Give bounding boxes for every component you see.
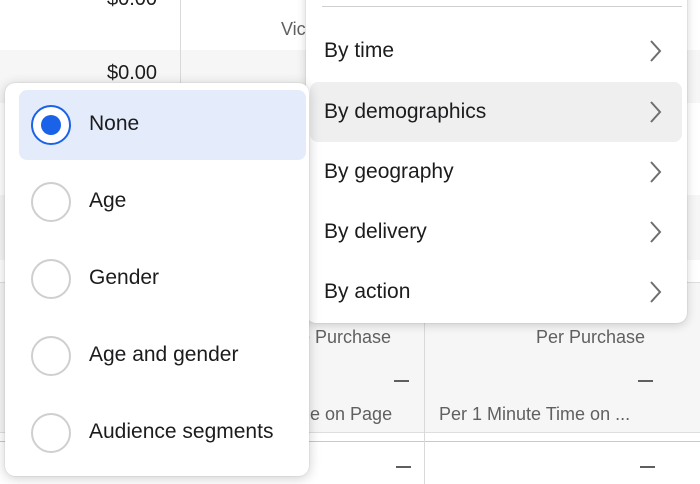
column-header-video: Vic bbox=[281, 19, 306, 39]
radio-button[interactable] bbox=[31, 259, 71, 299]
empty-value-dash bbox=[640, 466, 655, 468]
amount-cell: $0.00 bbox=[107, 62, 158, 84]
menu-item-by-time[interactable]: By time bbox=[310, 21, 682, 81]
radio-option-label: Audience segments bbox=[89, 420, 274, 443]
column-header-per-minute-time: Per 1 Minute Time on ... bbox=[439, 404, 631, 424]
radio-option-gender[interactable]: Gender bbox=[19, 244, 306, 314]
radio-option-label: Age bbox=[89, 189, 127, 212]
chevron-right-icon bbox=[650, 40, 662, 62]
menu-item-label: By time bbox=[324, 39, 395, 62]
column-header-time-on-page: ne on Page bbox=[300, 404, 393, 424]
radio-option-label: None bbox=[89, 112, 140, 135]
radio-button[interactable] bbox=[31, 413, 71, 453]
chevron-right-icon bbox=[650, 281, 662, 303]
chevron-right-icon bbox=[650, 161, 662, 183]
empty-value-dash bbox=[396, 466, 411, 468]
radio-dot-icon bbox=[41, 115, 61, 135]
column-header-per-purchase: Per Purchase bbox=[536, 327, 646, 347]
radio-option-none[interactable]: None bbox=[19, 90, 306, 160]
radio-option-label: Gender bbox=[89, 266, 160, 289]
column-divider bbox=[180, 0, 181, 90]
menu-item-label: By demographics bbox=[324, 100, 487, 123]
demographics-submenu: None Age Gender Age and gender Audience … bbox=[5, 83, 309, 476]
menu-item-by-demographics[interactable]: By demographics bbox=[310, 82, 682, 142]
chevron-right-icon bbox=[650, 221, 662, 243]
empty-value-dash bbox=[638, 380, 653, 382]
menu-item-by-geography[interactable]: By geography bbox=[310, 142, 682, 202]
chevron-right-icon bbox=[650, 101, 662, 123]
menu-item-by-action[interactable]: By action bbox=[310, 262, 682, 322]
menu-item-label: By delivery bbox=[324, 220, 427, 243]
menu-item-label: By geography bbox=[324, 160, 454, 183]
column-divider bbox=[424, 300, 425, 484]
radio-button[interactable] bbox=[31, 182, 71, 222]
radio-option-age-and-gender[interactable]: Age and gender bbox=[19, 321, 306, 391]
radio-option-audience-segments[interactable]: Audience segments bbox=[19, 398, 306, 468]
menu-divider bbox=[322, 6, 682, 7]
empty-value-dash bbox=[394, 380, 409, 382]
menu-item-label: By action bbox=[324, 280, 411, 303]
column-header-cost-per-purchase: e Purchase bbox=[300, 327, 392, 347]
menu-item-by-delivery[interactable]: By delivery bbox=[310, 202, 682, 262]
radio-button[interactable] bbox=[31, 336, 71, 376]
radio-option-age[interactable]: Age bbox=[19, 167, 306, 237]
amount-cell: $0.00 bbox=[107, 0, 157, 11]
radio-button-selected[interactable] bbox=[31, 105, 71, 145]
radio-option-label: Age and gender bbox=[89, 343, 239, 366]
